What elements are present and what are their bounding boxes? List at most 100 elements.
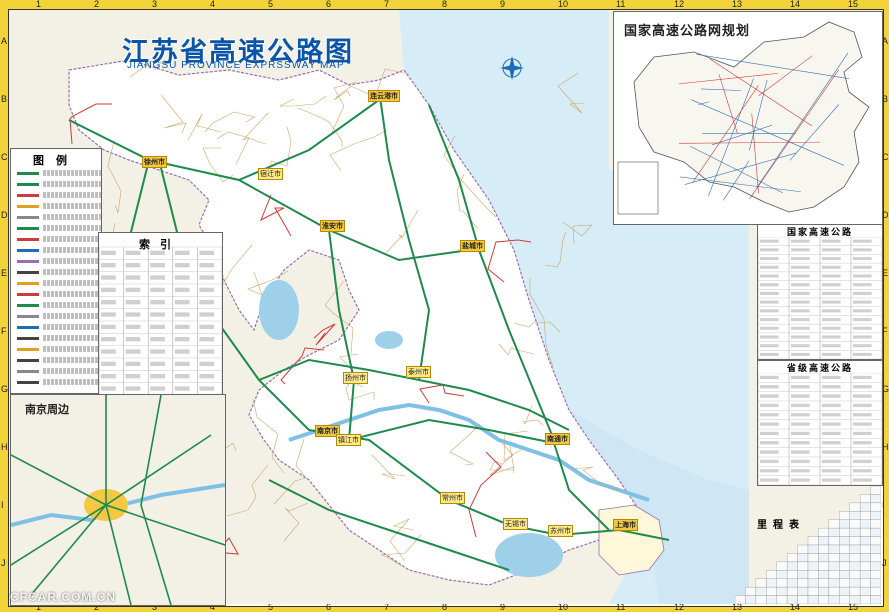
table-cell-text-placeholder <box>125 300 141 305</box>
table-cell-text-placeholder <box>822 422 841 426</box>
distance-cell <box>870 502 881 512</box>
legend-text-placeholder <box>43 357 101 363</box>
table-cell-text-placeholder <box>791 291 810 295</box>
gaoyou-lake <box>375 331 403 349</box>
table-cell-text-placeholder <box>853 403 872 408</box>
city-suqian-label[interactable]: 宿迁市 <box>258 168 283 180</box>
city-huaian-label[interactable]: 淮安市 <box>320 220 345 232</box>
distance-cell <box>786 553 798 563</box>
table-cell-text-placeholder <box>791 239 810 243</box>
nanjing-inset-title: 南京周边 <box>25 403 69 416</box>
table-cell-text-placeholder <box>853 265 872 269</box>
grid-row-label: F <box>1 326 7 336</box>
distance-cell <box>818 586 830 596</box>
grid-column-label: 10 <box>558 0 569 9</box>
table-cell-text-placeholder <box>760 478 779 482</box>
distance-cell <box>828 553 840 563</box>
city-wuxi-label[interactable]: 无锡市 <box>503 518 528 530</box>
distance-cell <box>828 570 840 579</box>
legend-row <box>17 202 103 211</box>
distance-cell <box>870 578 881 588</box>
table-cell-text-placeholder <box>760 291 779 295</box>
distance-cell <box>849 511 861 520</box>
distance-cell <box>870 494 881 504</box>
distance-cell <box>870 595 881 604</box>
distance-cell <box>839 544 850 554</box>
table-cell-text-placeholder <box>760 326 779 330</box>
grid-row-label: B <box>1 94 8 104</box>
table-cell-text-placeholder <box>125 250 141 256</box>
grid-row-label: I <box>882 500 885 510</box>
table-cell-text-placeholder <box>125 374 141 379</box>
grid-row-label: E <box>1 268 8 278</box>
city-nantong-label[interactable]: 南通市 <box>545 433 570 445</box>
grid-row-label: G <box>1 384 9 394</box>
table-cell-text-placeholder <box>853 335 872 339</box>
table-cell-text-placeholder <box>791 441 810 445</box>
table-cell-text-placeholder <box>822 335 841 339</box>
city-zhenjiang-label[interactable]: 镇江市 <box>336 434 361 446</box>
table-cell-text-placeholder <box>791 257 810 261</box>
table-cell-text-placeholder <box>853 441 872 445</box>
distance-cell <box>797 595 809 604</box>
legend-text-placeholder <box>43 258 101 264</box>
city-yangzhou-label[interactable]: 扬州市 <box>343 372 368 384</box>
legend-row <box>17 290 103 299</box>
legend-row <box>17 268 103 277</box>
table-cell-text-placeholder <box>199 287 215 293</box>
table-cell-text-placeholder <box>174 263 190 268</box>
table-cell-text-placeholder <box>853 478 872 482</box>
table-cell-text-placeholder <box>822 300 841 304</box>
table-cell-text-placeholder <box>125 263 141 268</box>
grid-column-label: 14 <box>790 0 801 9</box>
table-cell-text-placeholder <box>791 385 810 389</box>
city-suzhou-label[interactable]: 苏州市 <box>548 525 573 537</box>
grid-row-label: C <box>1 152 8 162</box>
table-cell-text-placeholder <box>101 324 116 330</box>
distance-cell <box>766 595 777 604</box>
legend-symbol <box>17 183 39 186</box>
legend-row <box>17 378 103 387</box>
distance-cell <box>766 586 777 596</box>
table-cell-text-placeholder <box>174 324 190 330</box>
table-cell-text-placeholder <box>174 275 190 280</box>
distance-cell <box>818 527 830 537</box>
index-panel: 索引 <box>98 232 223 396</box>
legend-symbol <box>17 315 39 318</box>
legend-symbol <box>17 326 39 329</box>
table-cell-text-placeholder <box>150 386 165 391</box>
provincial-table-grid <box>758 373 882 485</box>
table-cell-text-placeholder <box>791 394 810 398</box>
legend-text-placeholder <box>43 313 101 319</box>
city-taizhou-label[interactable]: 泰州市 <box>406 366 431 378</box>
nanjing-inset-panel[interactable]: 南京周边 <box>10 394 226 606</box>
city-xuzhou-label[interactable]: 徐州市 <box>142 156 167 168</box>
legend-row <box>17 224 103 233</box>
city-lianyungang-label[interactable]: 连云港市 <box>368 90 400 102</box>
distance-cell <box>870 570 881 579</box>
table-cell-text-placeholder <box>150 324 165 330</box>
distance-cell <box>807 595 819 604</box>
grid-column-label: 11 <box>616 0 626 9</box>
city-changzhou-label[interactable]: 常州市 <box>440 492 465 504</box>
table-cell-text-placeholder <box>853 318 872 322</box>
table-cell-text-placeholder <box>791 469 810 473</box>
table-cell-text-placeholder <box>853 248 872 252</box>
table-cell-text-placeholder <box>101 287 116 293</box>
taihu-lake <box>495 533 563 577</box>
city-yancheng-label[interactable]: 盐城市 <box>460 240 485 252</box>
grid-column-label: 9 <box>500 0 506 9</box>
national-network-inset[interactable]: 国家高速公路网规划 <box>613 11 883 225</box>
table-cell-text-placeholder <box>174 300 190 305</box>
legend-row <box>17 180 103 189</box>
table-cell-text-placeholder <box>760 309 779 313</box>
legend-text-placeholder <box>43 170 101 176</box>
table-cell-text-placeholder <box>822 385 841 389</box>
distance-cell <box>776 595 788 604</box>
city-shanghai-label[interactable]: 上海市 <box>613 519 638 531</box>
table-cell-text-placeholder <box>791 326 810 330</box>
distance-cell <box>849 527 861 537</box>
table-cell-text-placeholder <box>760 459 779 464</box>
legend-symbol <box>17 282 39 285</box>
table-cell-text-placeholder <box>791 375 810 380</box>
